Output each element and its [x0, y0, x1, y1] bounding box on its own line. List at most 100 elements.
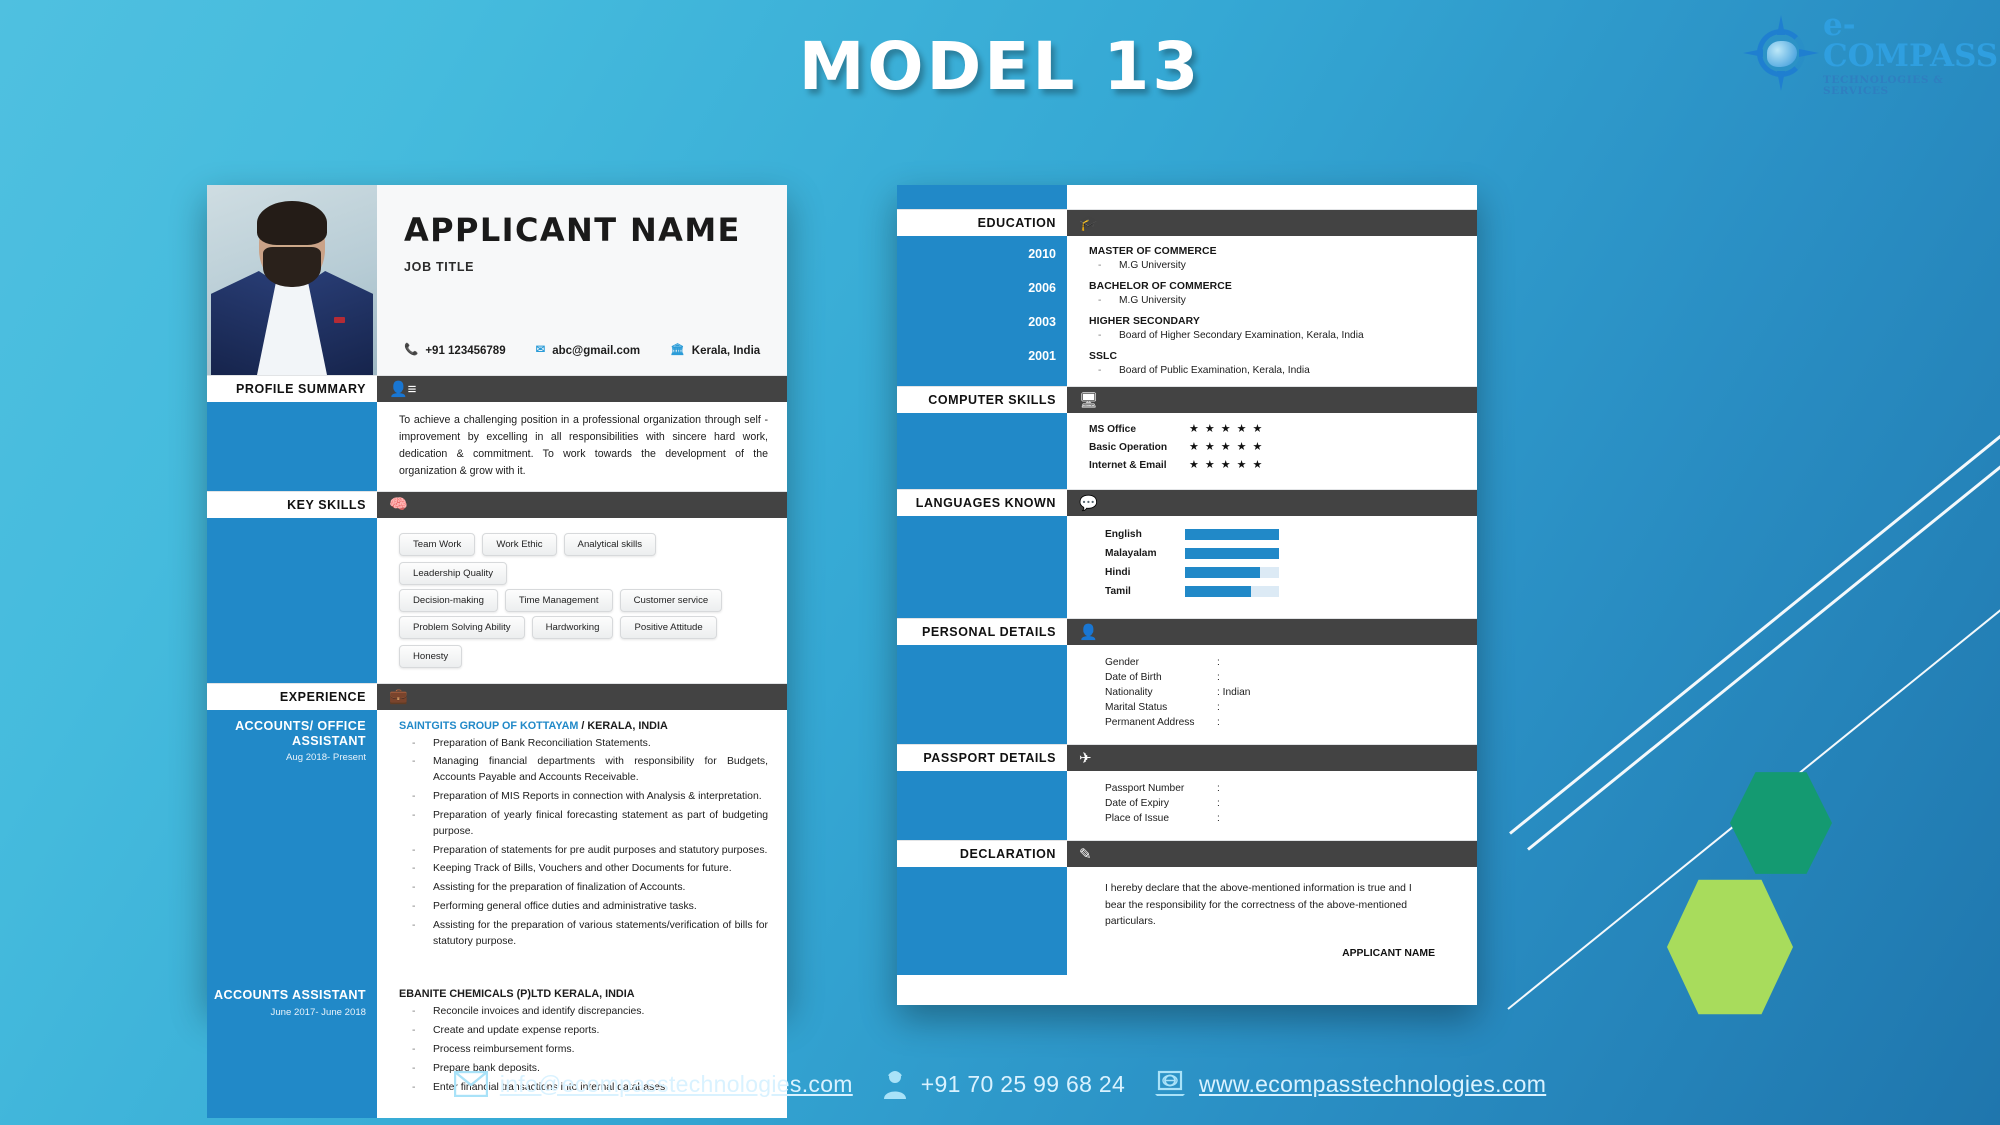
section-header-profile-summary: PROFILE SUMMARY 👤≡: [207, 375, 787, 402]
section-header-experience: EXPERIENCE 💼: [207, 682, 787, 710]
experience-company: EBANITE CHEMICALS (P)LTD KERALA, INDIA: [399, 988, 768, 1000]
language-row: Malayalam: [1105, 548, 1477, 559]
personal-detail-row-value: :: [1217, 702, 1220, 713]
personal-detail-row: Gender:: [1105, 657, 1477, 668]
sidebar-fill: [207, 517, 377, 683]
person-icon: 👤: [1079, 623, 1098, 641]
key-skill-chip[interactable]: Analytical skills: [563, 532, 657, 556]
key-skill-chip[interactable]: Decision-making: [399, 588, 498, 612]
passport-detail-row-label: Passport Number: [1105, 783, 1185, 794]
key-skill-chip[interactable]: Work Ethic: [482, 532, 557, 556]
star-icon: ★: [1236, 441, 1247, 453]
brain-gear-icon: 🧠: [389, 496, 408, 514]
education-degree: MASTER OF COMMERCE: [1089, 246, 1217, 257]
footer-email-text[interactable]: info@ecompasstechnologies.com: [500, 1071, 853, 1098]
education-year-column: 2010 2006 2003 2001: [897, 236, 1067, 386]
section-label-personal-details: PERSONAL DETAILS: [897, 619, 1067, 645]
footer-website-text[interactable]: www.ecompasstechnologies.com: [1199, 1071, 1546, 1098]
experience-dates: Aug 2018- Present: [285, 752, 366, 764]
section-header-key-skills: KEY SKILLS 🧠: [207, 490, 787, 518]
sidebar-fill: [207, 402, 377, 491]
decorative-diagonal-line-2: [1527, 407, 2000, 851]
section-header-personal-details: PERSONAL DETAILS 👤: [897, 618, 1477, 645]
experience-role: ACCOUNTS/ OFFICE ASSISTANT: [235, 718, 366, 748]
location-icon: 🏛: [670, 344, 685, 357]
support-agent-icon: [881, 1069, 909, 1099]
key-skill-chip[interactable]: Positive Attitude: [620, 615, 717, 639]
compass-icon: [1743, 15, 1819, 91]
section-label-education: EDUCATION: [897, 210, 1067, 236]
star-icon: ★: [1204, 459, 1215, 471]
sidebar-fill: [897, 413, 1067, 489]
declaration-text: I hereby declare that the above-mentione…: [1105, 883, 1412, 928]
key-skill-chip[interactable]: Hardworking: [531, 615, 614, 639]
section-header-languages-known: LANGUAGES KNOWN 💬: [897, 489, 1477, 516]
desktop-computer-icon: 🖥: [1079, 391, 1099, 409]
speech-bubble-icon: 💬: [1079, 494, 1098, 512]
key-skill-chip[interactable]: Team Work: [399, 532, 476, 556]
star-icon: ★: [1252, 459, 1263, 471]
laptop-globe-icon: [1153, 1070, 1187, 1098]
personal-detail-row: Permanent Address:: [1105, 717, 1477, 728]
passport-detail-row-label: Date of Expiry: [1105, 798, 1169, 809]
personal-detail-row-value: :: [1217, 657, 1220, 668]
star-icon: ★: [1189, 459, 1199, 471]
personal-detail-row-label: Permanent Address: [1105, 717, 1195, 728]
resume-header: APPLICANT NAME JOB TITLE 📞 +91 123456789…: [207, 185, 787, 375]
graduation-cap-icon: 🎓: [1079, 214, 1098, 232]
language-level-fill: [1185, 529, 1279, 540]
applicant-name: APPLICANT NAME: [404, 211, 741, 249]
experience-bullet: Assisting for the preparation of finaliz…: [403, 880, 768, 896]
key-skill-chip[interactable]: Time Management: [504, 588, 613, 612]
page-title: MODEL 13: [798, 28, 1202, 105]
key-skill-chip[interactable]: Honesty: [399, 644, 463, 668]
section-label-key-skills: KEY SKILLS: [207, 491, 377, 518]
star-icon: ★: [1220, 441, 1231, 453]
footer-email[interactable]: info@ecompasstechnologies.com: [453, 1071, 853, 1098]
footer-phone[interactable]: +91 70 25 99 68 24: [881, 1069, 1125, 1099]
experience-bullet: Reconcile invoices and identify discrepa…: [403, 1004, 768, 1020]
footer-phone-text[interactable]: +91 70 25 99 68 24: [921, 1071, 1125, 1098]
key-skill-chip[interactable]: Problem Solving Ability: [399, 615, 525, 639]
key-skill-chip[interactable]: Customer service: [619, 588, 723, 612]
star-icon: ★: [1252, 423, 1263, 435]
resume-page-right: EDUCATION 🎓 2010 2006 2003 2001 MASTER OF C…: [897, 185, 1477, 1005]
section-label-computer-skills: COMPUTER SKILLS: [897, 387, 1067, 413]
star-icon: ★: [1252, 441, 1263, 453]
passport-detail-row: Place of Issue:: [1105, 813, 1477, 824]
language-level-bar: [1185, 567, 1279, 578]
language-level-bar: [1185, 529, 1279, 540]
computer-skill-row: Basic Operation ★ ★ ★ ★ ★: [1089, 441, 1477, 454]
envelope-icon: [453, 1071, 488, 1097]
education-degree: SSLC: [1089, 351, 1118, 362]
section-body-declaration: I hereby declare that the above-mentione…: [897, 867, 1477, 975]
resume-page-left: APPLICANT NAME JOB TITLE 📞 +91 123456789…: [207, 185, 787, 1119]
section-body-key-skills: Team Work Work Ethic Analytical skills Lead…: [207, 517, 787, 683]
experience-entry: ACCOUNTS/ OFFICE ASSISTANT Aug 2018- Pres…: [207, 709, 787, 963]
personal-detail-row: Marital Status:: [1105, 702, 1477, 713]
language-level-bar: [1185, 586, 1279, 597]
experience-dates: June 2017- June 2018: [270, 1006, 366, 1018]
job-title: JOB TITLE: [404, 260, 475, 274]
contact-email: ✉ abc@gmail.com: [536, 345, 641, 357]
key-skill-row: Team Work Work Ethic Analytical skills Lead…: [399, 531, 768, 587]
personal-detail-row-label: Date of Birth: [1105, 672, 1162, 683]
applicant-photo: [207, 185, 377, 375]
section-header-computer-skills: COMPUTER SKILLS 🖥: [897, 386, 1477, 413]
key-skill-chip[interactable]: Leadership Quality: [399, 561, 507, 585]
star-icon: ★: [1220, 459, 1231, 471]
computer-skill-row: MS Office ★ ★ ★ ★ ★: [1089, 423, 1477, 436]
decorative-hexagon-teal: [1730, 772, 1832, 874]
education-degree: BACHELOR OF COMMERCE: [1089, 281, 1232, 292]
briefcase-icon: 💼: [389, 688, 408, 706]
footer-website[interactable]: www.ecompasstechnologies.com: [1153, 1070, 1546, 1098]
education-list: MASTER OF COMMERCEM.G UniversityBACHELOR…: [1067, 236, 1477, 386]
star-icon: ★: [1189, 441, 1199, 453]
sidebar-fill: [897, 771, 1067, 840]
experience-bullet: Keeping Track of Bills, Vouchers and oth…: [403, 861, 768, 877]
star-icon: ★: [1204, 441, 1215, 453]
passport-detail-row: Date of Expiry:: [1105, 798, 1477, 809]
experience-bullet: Preparation of yearly finical forecastin…: [403, 808, 768, 840]
education-year: 2006: [1028, 281, 1056, 295]
language-row: English: [1105, 529, 1477, 540]
